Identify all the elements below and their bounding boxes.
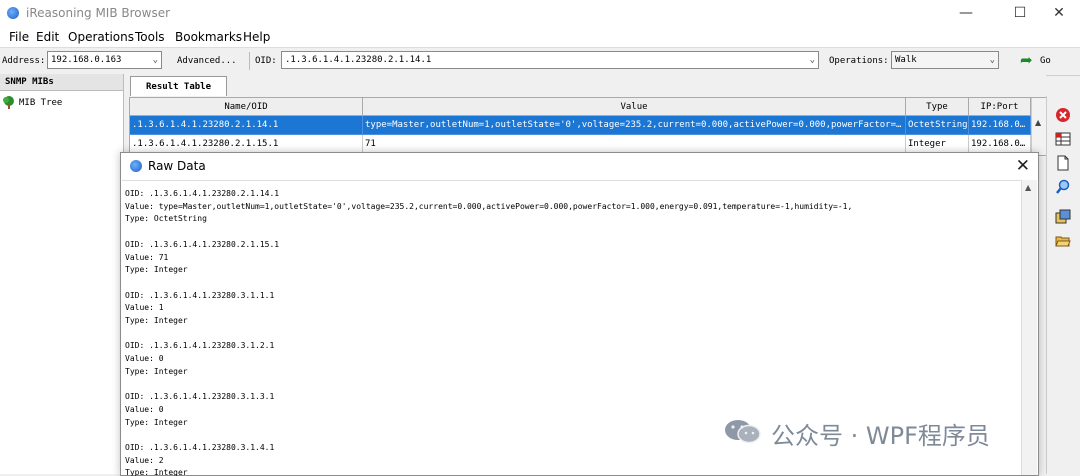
column-header-value[interactable]: Value	[363, 98, 906, 116]
result-table: Name/OID Value Type IP:Port .1.3.6.1.4.1…	[129, 97, 1048, 156]
minimize-button[interactable]: —	[943, 0, 989, 26]
dialog-title: Raw Data	[148, 159, 206, 173]
menu-edit[interactable]: Edit	[36, 30, 59, 44]
oid-combobox[interactable]: .1.3.6.1.4.1.23280.2.1.14.1 ⌄	[281, 51, 819, 69]
scroll-up-icon[interactable]: ▲	[1025, 183, 1031, 192]
go-label: Go	[1040, 56, 1051, 66]
mib-panel: SNMP MIBs MIB Tree	[0, 74, 124, 474]
cell-ip-port: 192.168.0...	[969, 116, 1031, 135]
oid-label: OID:	[255, 56, 277, 66]
mib-tree-label: MIB Tree	[19, 98, 63, 108]
raw-data-line: Type: Integer	[125, 316, 188, 325]
dialog-title-bar[interactable]: Raw Data ✕	[121, 153, 1038, 179]
dialog-close-button[interactable]: ✕	[1016, 156, 1030, 176]
raw-data-line: Type: Integer	[125, 417, 188, 427]
watermark-text: 公众号 · WPF程序员	[771, 422, 990, 450]
oid-value: .1.3.6.1.4.1.23280.2.1.14.1	[285, 55, 432, 65]
app-globe-icon	[7, 7, 19, 19]
raw-data-line: OID: .1.3.6.1.4.1.23280.2.1.15.1	[125, 239, 280, 249]
go-arrow-icon: ➦	[1020, 51, 1033, 69]
operations-value: Walk	[895, 55, 917, 65]
raw-data-line: Type: Integer	[125, 468, 188, 476]
raw-data-line: Type: Integer	[125, 265, 188, 275]
table-icon[interactable]	[1055, 131, 1071, 147]
raw-data-line: Value: 71	[125, 252, 169, 262]
scroll-up-icon[interactable]: ▲	[1035, 118, 1041, 127]
address-value: 192.168.0.163	[51, 55, 122, 65]
tree-icon	[3, 96, 14, 109]
menu-tools[interactable]: Tools	[135, 30, 165, 44]
menu-help[interactable]: Help	[243, 30, 270, 44]
document-icon[interactable]	[1055, 155, 1071, 171]
raw-data-line: Type: OctetString	[125, 214, 207, 224]
chevron-down-icon[interactable]: ⌄	[153, 52, 158, 68]
table-scrollbar[interactable]: ▲	[1031, 98, 1047, 155]
window-title: iReasoning MIB Browser	[26, 6, 171, 20]
address-label: Address:	[2, 56, 46, 66]
raw-data-line: Value: type=Master,outletNum=1,outletSta…	[125, 201, 853, 211]
operations-select[interactable]: Walk ⌄	[891, 51, 999, 69]
raw-data-line: Type: Integer	[125, 366, 188, 376]
column-header-ip-port[interactable]: IP:Port	[969, 98, 1031, 116]
find-icon[interactable]	[1055, 179, 1071, 195]
address-combobox[interactable]: 192.168.0.163 ⌄	[47, 51, 162, 69]
raw-data-line: Value: 0	[125, 404, 164, 414]
advanced-button[interactable]: Advanced...	[177, 56, 237, 66]
tab-result-table[interactable]: Result Table	[130, 76, 227, 96]
raw-data-line: OID: .1.3.6.1.4.1.23280.3.1.3.1	[125, 392, 275, 402]
menu-bar: File Edit Operations Tools Bookmarks Hel…	[0, 26, 1080, 47]
cell-oid: .1.3.6.1.4.1.23280.2.1.14.1	[130, 116, 363, 135]
raw-data-line: OID: .1.3.6.1.4.1.23280.3.1.4.1	[125, 443, 275, 452]
go-button[interactable]: ➦ Go	[1018, 53, 1058, 69]
watermark: 公众号 · WPF程序员	[723, 414, 1053, 450]
address-toolbar: Address: 192.168.0.163 ⌄ Advanced... OID…	[0, 47, 1080, 76]
raw-data-line: OID: .1.3.6.1.4.1.23280.3.1.2.1	[125, 341, 275, 351]
delete-icon[interactable]	[1055, 107, 1071, 123]
menu-operations[interactable]: Operations	[68, 30, 134, 44]
result-tabs: Result Table	[124, 74, 1046, 96]
menu-file[interactable]: File	[9, 30, 29, 44]
toolbar-separator	[249, 52, 250, 70]
column-header-name-oid[interactable]: Name/OID	[130, 98, 363, 116]
table-row[interactable]: .1.3.6.1.4.1.23280.2.1.14.1 type=Master,…	[130, 116, 1031, 135]
chevron-down-icon[interactable]: ⌄	[810, 52, 815, 68]
wechat-logo-icon	[725, 420, 761, 444]
raw-data-line: Value: 1	[125, 303, 164, 313]
cell-value: type=Master,outletNum=1,outletState='0',…	[363, 116, 906, 135]
operations-label: Operations:	[829, 56, 889, 66]
close-button[interactable]: ✕	[1036, 0, 1080, 26]
menu-bookmarks[interactable]: Bookmarks	[175, 30, 242, 44]
title-bar: iReasoning MIB Browser — ☐ ✕	[0, 0, 1080, 26]
open-folder-icon[interactable]	[1055, 233, 1071, 249]
raw-data-line: OID: .1.3.6.1.4.1.23280.2.1.14.1	[125, 189, 280, 198]
globe-icon	[130, 160, 142, 172]
cell-type: OctetString	[906, 116, 969, 135]
raw-data-line: Value: 2	[125, 455, 164, 465]
raw-data-line: OID: .1.3.6.1.4.1.23280.3.1.1.1	[125, 290, 275, 300]
column-header-type[interactable]: Type	[906, 98, 969, 116]
raw-data-line: Value: 0	[125, 354, 164, 364]
chevron-down-icon[interactable]: ⌄	[990, 52, 995, 68]
export-icon[interactable]	[1055, 209, 1071, 225]
mib-panel-header: SNMP MIBs	[0, 74, 123, 91]
